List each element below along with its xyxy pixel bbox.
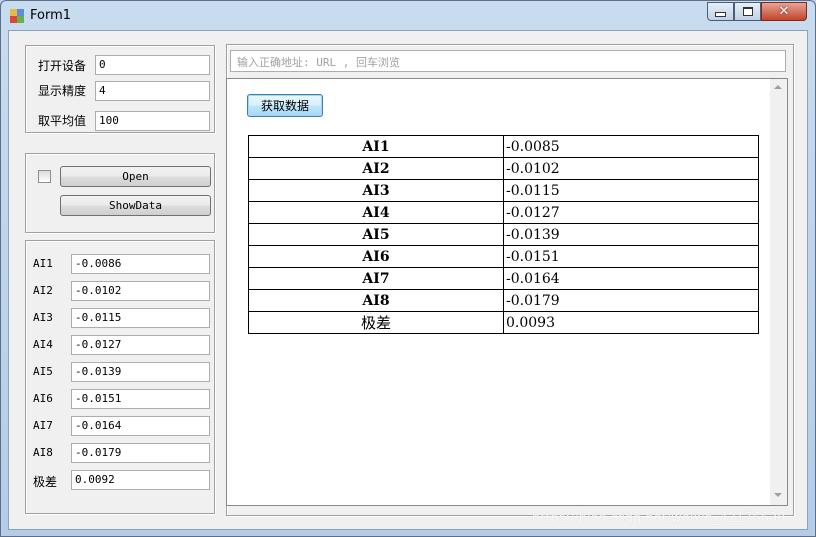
table-key-cell: AI8 [248,289,504,312]
reading-value-field[interactable]: -0.0127 [71,335,210,355]
reading-value-field[interactable]: -0.0164 [71,416,210,436]
title-bar[interactable]: Form1 ✕ [1,1,815,31]
precision-input[interactable]: 4 [95,81,210,101]
reading-value-field[interactable]: 0.0092 [71,470,210,490]
table-value-cell: -0.0179 [503,289,759,312]
table-row: AI4 -0.0127 [248,201,759,224]
maximize-button[interactable] [734,2,761,21]
table-row: AI1 -0.0085 [248,135,759,158]
reading-value-field[interactable]: -0.0139 [71,362,210,382]
table-value-cell: -0.0139 [503,223,759,246]
reading-label: AI7 [33,419,53,432]
watermark: https://blog.csdn.net/weixin_42176638 [532,511,786,526]
table-key-cell: AI5 [248,223,504,246]
reading-label: AI6 [33,392,53,405]
close-icon: ✕ [778,4,790,19]
scroll-down-icon[interactable] [774,493,782,497]
table-value-cell: -0.0151 [503,245,759,268]
vertical-scrollbar[interactable] [770,79,787,505]
reading-value-field[interactable]: -0.0102 [71,281,210,301]
reading-label: AI8 [33,446,53,459]
table-row: AI5 -0.0139 [248,223,759,246]
reading-label: AI1 [33,257,53,270]
app-icon [10,9,24,23]
enable-checkbox[interactable] [38,170,51,183]
table-value-cell: 0.0093 [503,311,759,334]
scroll-up-icon[interactable] [774,85,782,89]
table-value-cell: -0.0115 [503,179,759,202]
window-title: Form1 [30,8,72,23]
average-input[interactable]: 100 [95,111,210,131]
url-input[interactable]: 输入正确地址: URL , 回车浏览 [230,50,786,72]
reading-value-field[interactable]: -0.0115 [71,308,210,328]
data-table: AI1 -0.0085 AI2 -0.0102 AI3 -0.0115 AI4 -0.0127… [248,135,759,334]
table-row: AI2 -0.0102 [248,157,759,180]
reading-label: AI2 [33,284,53,297]
reading-label: AI3 [33,311,53,324]
table-value-cell: -0.0127 [503,201,759,224]
maximize-icon [742,7,753,16]
open-button[interactable]: Open [60,166,211,187]
table-row: AI7 -0.0164 [248,267,759,290]
table-row: 极差 0.0093 [248,311,759,334]
table-key-cell: AI4 [248,201,504,224]
fetch-data-button[interactable]: 获取数据 [247,94,323,117]
table-key-cell: AI3 [248,179,504,202]
table-key-cell: AI1 [248,135,504,158]
device-label: 打开设备 [38,59,87,73]
table-row: AI6 -0.0151 [248,245,759,268]
reading-value-field[interactable]: -0.0151 [71,389,210,409]
reading-label: AI4 [33,338,53,351]
table-key-cell: AI6 [248,245,504,268]
table-key-cell: 极差 [248,311,504,334]
minimize-button[interactable] [707,2,734,21]
reading-label: 极差 [33,475,58,489]
table-value-cell: -0.0164 [503,267,759,290]
table-key-cell: AI2 [248,157,504,180]
reading-value-field[interactable]: -0.0086 [71,254,210,274]
minimize-icon [715,12,726,17]
table-row: AI8 -0.0179 [248,289,759,312]
close-button[interactable]: ✕ [761,2,807,21]
web-browser: 获取数据 AI1 -0.0085 AI2 -0.0102 AI3 -0.0115 AI4 -0… [226,78,788,506]
reading-label: AI5 [33,365,53,378]
reading-value-field[interactable]: -0.0179 [71,443,210,463]
table-key-cell: AI7 [248,267,504,290]
table-row: AI3 -0.0115 [248,179,759,202]
precision-label: 显示精度 [38,84,87,98]
actions-group [25,153,215,233]
table-value-cell: -0.0085 [503,135,759,158]
table-value-cell: -0.0102 [503,157,759,180]
average-label: 取平均值 [38,114,87,128]
showdata-button[interactable]: ShowData [60,195,211,216]
device-input[interactable]: 0 [95,55,210,75]
